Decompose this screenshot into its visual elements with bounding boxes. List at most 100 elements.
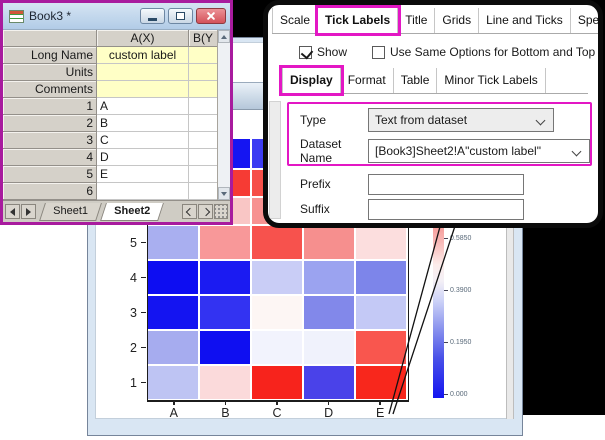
subtab-table[interactable]: Table (394, 68, 438, 93)
worksheet-row: 3C (3, 132, 217, 149)
arrow-right-icon (26, 208, 31, 216)
cell-b[interactable] (189, 166, 217, 183)
tab-scroll-right-button[interactable] (198, 204, 213, 219)
worksheet-row: 1A (3, 98, 217, 115)
arrow-left-icon (10, 208, 15, 216)
sheet-next-button[interactable] (21, 204, 36, 219)
dialog-subtab-bar: DisplayFormatTableMinor Tick Labels (282, 68, 546, 93)
worksheet-row: Long Namecustom label (3, 47, 217, 64)
worksheet-row: Units (3, 64, 217, 81)
dataset-name-value: [Book3]Sheet2!A"custom label" (375, 144, 541, 158)
worksheet-row: 6 (3, 183, 217, 200)
same-options-checkbox[interactable]: Use Same Options for Bottom and Top (372, 45, 595, 59)
cell-a[interactable] (97, 64, 189, 81)
sheet-tab-label: Sheet1 (53, 203, 88, 220)
cell-b[interactable] (189, 132, 217, 149)
tab-scroll-left-button[interactable] (182, 204, 197, 219)
worksheet-header-row: A(X)B(Y (3, 30, 217, 47)
dialog-tab-bar: ScaleTick LabelsTitleGridsLine and Ticks… (272, 8, 603, 33)
book3-titlebar[interactable]: Book3 * (3, 3, 230, 30)
tab-tick-labels[interactable]: Tick Labels (318, 8, 398, 33)
tab-special-t[interactable]: Special T (571, 8, 603, 33)
tab-title[interactable]: Title (398, 8, 435, 33)
axis-tick-labels-dialog: ScaleTick LabelsTitleGridsLine and Ticks… (263, 0, 603, 228)
sheet-tab-sheet1[interactable]: Sheet1 (39, 203, 102, 221)
sheet-tab-sheet2[interactable]: Sheet2 (100, 203, 164, 221)
checkbox-unchecked-icon (372, 46, 385, 59)
tab-divider (272, 33, 598, 34)
cell-a[interactable]: D (97, 149, 189, 166)
cell-a[interactable]: C (97, 132, 189, 149)
sheet-nav-buttons (5, 204, 36, 219)
cell-a[interactable]: A (97, 98, 189, 115)
type-select[interactable]: Text from dataset (368, 108, 554, 132)
cell-a[interactable] (97, 183, 189, 200)
cell-b[interactable] (189, 64, 217, 81)
book3-title: Book3 * (29, 9, 137, 23)
row-header-cell[interactable]: 1 (3, 98, 97, 115)
book3-window[interactable]: Book3 * A(X)B(YLong Namecustom labelUnit… (0, 0, 233, 225)
row-header-cell[interactable]: 4 (3, 149, 97, 166)
cell-b[interactable] (189, 47, 217, 64)
minimize-icon (148, 18, 157, 21)
cell-b[interactable] (189, 183, 217, 200)
subtab-minor-tick-labels[interactable]: Minor Tick Labels (437, 68, 545, 93)
chevron-left-icon (185, 207, 193, 215)
arrow-up-icon (221, 35, 227, 39)
show-checkbox[interactable]: Show (299, 45, 347, 59)
subtab-display[interactable]: Display (282, 68, 341, 93)
resize-grip[interactable] (214, 204, 228, 219)
column-header-b[interactable]: B(Y (189, 30, 217, 47)
worksheet-row: Comments (3, 81, 217, 98)
close-button[interactable] (196, 8, 226, 24)
row-header-cell[interactable]: 5 (3, 166, 97, 183)
cell-b[interactable] (189, 81, 217, 98)
cell-a[interactable]: custom label (97, 47, 189, 64)
cell-a[interactable]: E (97, 166, 189, 183)
row-header-cell[interactable]: 2 (3, 115, 97, 132)
worksheet-vscrollbar[interactable] (217, 30, 230, 200)
chevron-right-icon (201, 207, 209, 215)
row-header-cell[interactable]: 3 (3, 132, 97, 149)
left-panel-scrollbar[interactable] (269, 101, 281, 219)
dataset-name-label: Dataset Name (300, 137, 368, 165)
cell-b[interactable] (189, 115, 217, 132)
tab-line-and-ticks[interactable]: Line and Ticks (479, 8, 571, 33)
worksheet-row: 4D (3, 149, 217, 166)
restore-button[interactable] (168, 8, 193, 24)
show-checkbox-label: Show (317, 45, 347, 59)
tab-grids[interactable]: Grids (435, 8, 479, 33)
same-options-label: Use Same Options for Bottom and Top (390, 45, 595, 59)
row-header-cell[interactable]: Units (3, 64, 97, 81)
sheet-scroll-buttons (182, 204, 228, 219)
row-header-cell[interactable]: 6 (3, 183, 97, 200)
cell-b[interactable] (189, 149, 217, 166)
prefix-label: Prefix (300, 177, 368, 191)
prefix-input[interactable] (368, 174, 524, 195)
corner-cell[interactable] (3, 30, 97, 47)
sheet-tab-bar: Sheet1 Sheet2 (3, 200, 230, 222)
worksheet-row: 5E (3, 166, 217, 183)
type-label: Type (300, 113, 368, 127)
scroll-up-button[interactable] (218, 30, 230, 43)
subtab-format[interactable]: Format (341, 68, 394, 93)
subtab-divider (282, 93, 588, 94)
dataset-name-select[interactable]: [Book3]Sheet2!A"custom label" (368, 139, 590, 163)
scroll-down-button[interactable] (218, 187, 230, 200)
cell-a[interactable]: B (97, 115, 189, 132)
cell-a[interactable] (97, 81, 189, 98)
worksheet-table: A(X)B(YLong Namecustom labelUnitsComment… (3, 30, 217, 200)
minimize-button[interactable] (140, 8, 165, 24)
checkbox-checked-icon (299, 46, 312, 59)
suffix-input[interactable] (368, 199, 524, 220)
tab-scale[interactable]: Scale (272, 8, 318, 33)
close-icon (206, 11, 216, 21)
row-header-cell[interactable]: Comments (3, 81, 97, 98)
row-header-cell[interactable]: Long Name (3, 47, 97, 64)
arrow-down-icon (221, 192, 227, 196)
chevron-down-icon (572, 147, 582, 157)
cell-b[interactable] (189, 98, 217, 115)
sheet-prev-button[interactable] (5, 204, 20, 219)
column-header-a[interactable]: A(X) (97, 30, 189, 47)
restore-icon (176, 12, 185, 20)
